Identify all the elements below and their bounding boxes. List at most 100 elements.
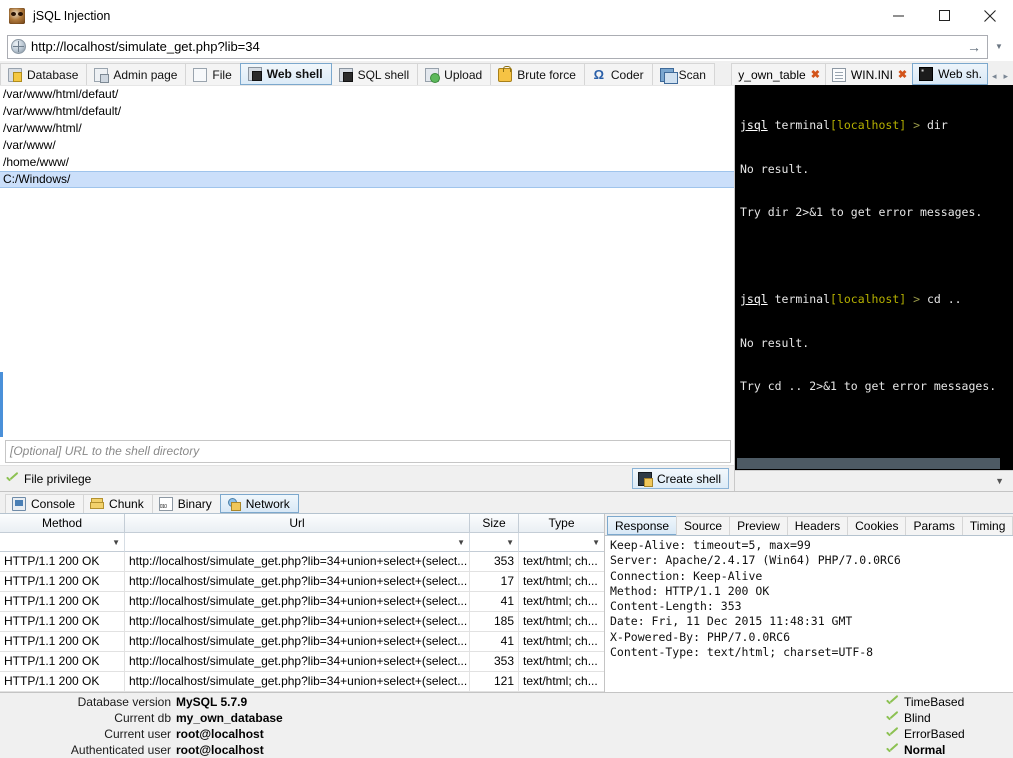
tab-web-shell[interactable]: Web shell [240,63,332,85]
terminal-horizontal-scrollbar[interactable] [735,458,1013,470]
tab-label: Admin page [113,68,177,82]
status-value: root@localhost [176,742,264,758]
status-row: Current db my_own_database [0,710,470,726]
status-label: Current db [0,710,176,726]
column-header-type[interactable]: Type [519,514,605,533]
tab-database[interactable]: Database [0,63,87,85]
tab-source[interactable]: Source [676,516,730,535]
tab-admin-page[interactable]: Admin page [86,63,186,85]
tab-preview[interactable]: Preview [729,516,788,535]
terminal-line: Try dir 2>&1 to get error messages. [740,205,1013,220]
editor-tab-web-shell[interactable]: Web sh. [912,63,988,85]
cell-method: HTTP/1.1 200 OK [0,632,125,652]
admin-page-icon [94,68,108,82]
table-row[interactable]: HTTP/1.1 200 OK http://localhost/simulat… [0,552,604,572]
main-tab-strip: Database Admin page File Web shell SQL s… [0,61,1013,85]
shell-url-input[interactable]: [Optional] URL to the shell directory [5,440,731,463]
editor-tab-label: Web sh. [938,67,982,81]
maximize-button[interactable] [921,0,967,32]
cell-type: text/html; ch... [519,652,604,672]
editor-tab-label: WIN.INI [851,68,893,82]
close-icon[interactable]: ✖ [898,68,907,81]
tab-chunk[interactable]: Chunk [83,494,153,513]
table-row[interactable]: HTTP/1.1 200 OK http://localhost/simulat… [0,592,604,612]
editor-tab-nav: ◂ ▸ [987,71,1013,85]
cell-size: 41 [470,592,519,612]
go-arrow-icon[interactable]: → [963,37,985,57]
tab-response[interactable]: Response [607,516,677,535]
editor-tab-table[interactable]: y_own_table ✖ [731,63,826,85]
tab-headers[interactable]: Headers [787,516,848,535]
list-item[interactable]: /var/www/html/ [0,120,734,137]
database-icon [8,68,22,82]
shell-action-bar: File privilege Create shell [0,465,734,491]
tab-coder[interactable]: Ω Coder [584,63,653,85]
tab-console[interactable]: Console [5,494,84,513]
cell-url: http://localhost/simulate_get.php?lib=34… [125,552,470,572]
filter-method[interactable]: ▼ [0,533,125,552]
tab-brute-force[interactable]: Brute force [490,63,585,85]
url-input[interactable]: http://localhost/simulate_get.php?lib=34… [7,35,988,59]
tab-upload[interactable]: Upload [417,63,491,85]
strategy-label: ErrorBased [904,726,965,742]
scan-icon [660,68,674,82]
status-row: Database version MySQL 5.7.9 [0,694,470,710]
tab-scan[interactable]: Scan [652,63,715,85]
terminal-footer: ▼ [735,470,1013,491]
dock-content: Method Url Size Type ▼ ▼ ▼ ▼ HTTP/1.1 20… [0,513,1013,692]
tab-label: SQL shell [358,68,410,82]
cell-size: 353 [470,652,519,672]
upload-icon [425,68,439,82]
chevron-right-icon[interactable]: ▸ [1003,71,1008,82]
editor-tab-winini[interactable]: WIN.INI ✖ [825,63,913,85]
table-row[interactable]: HTTP/1.1 200 OK http://localhost/simulat… [0,632,604,652]
tab-cookies[interactable]: Cookies [847,516,906,535]
scrollbar-thumb[interactable] [737,458,1000,469]
create-shell-button[interactable]: Create shell [632,468,729,489]
close-button[interactable] [967,0,1013,32]
shell-path-list[interactable]: /var/www/html/defaut/ /var/www/html/defa… [0,85,734,437]
filter-size[interactable]: ▼ [470,533,519,552]
url-text: http://localhost/simulate_get.php?lib=34 [31,39,963,54]
list-item[interactable]: /var/www/ [0,137,734,154]
title-bar: jSQL Injection [0,0,1013,32]
table-row[interactable]: HTTP/1.1 200 OK http://localhost/simulat… [0,572,604,592]
table-row[interactable]: HTTP/1.1 200 OK http://localhost/simulat… [0,672,604,692]
chunk-icon [90,497,104,511]
column-header-url[interactable]: Url [125,514,470,533]
list-item[interactable]: /var/www/html/defaut/ [0,86,734,103]
tab-sql-shell[interactable]: SQL shell [331,63,419,85]
chevron-down-icon[interactable]: ▼ [995,476,1004,486]
status-bar: Database version MySQL 5.7.9 Current db … [0,692,1013,758]
column-header-method[interactable]: Method [0,514,125,533]
chevron-left-icon[interactable]: ◂ [992,71,997,82]
create-shell-label: Create shell [657,472,721,486]
status-row: Authenticated user root@localhost [0,742,470,758]
list-item[interactable]: /var/www/html/default/ [0,103,734,120]
terminal-output[interactable]: jsql terminal[localhost] > dir No result… [735,85,1013,458]
column-header-size[interactable]: Size [470,514,519,533]
filter-url[interactable]: ▼ [125,533,470,552]
table-row[interactable]: HTTP/1.1 200 OK http://localhost/simulat… [0,652,604,672]
vertical-scrollbar[interactable] [0,372,3,437]
cell-url: http://localhost/simulate_get.php?lib=34… [125,672,470,692]
table-row[interactable]: HTTP/1.1 200 OK http://localhost/simulat… [0,612,604,632]
minimize-button[interactable] [875,0,921,32]
tab-label: File [212,68,231,82]
terminal-line: No result. [740,336,1013,351]
list-item[interactable]: /home/www/ [0,154,734,171]
tab-params[interactable]: Params [905,516,962,535]
tab-binary[interactable]: Binary [152,494,221,513]
tab-timing[interactable]: Timing [962,516,1013,535]
chevron-down-icon[interactable]: ▼ [991,35,1007,59]
cell-url: http://localhost/simulate_get.php?lib=34… [125,612,470,632]
filter-type[interactable]: ▼ [519,533,605,552]
close-icon[interactable]: ✖ [811,68,820,81]
table-header-row: Method Url Size Type [0,514,604,533]
list-item-selected[interactable]: C:/Windows/ [0,171,734,188]
editor-tab-label: y_own_table [738,68,805,82]
tab-network[interactable]: Network [220,494,299,513]
tab-label: Web shell [267,67,323,81]
tab-file[interactable]: File [185,63,240,85]
cell-method: HTTP/1.1 200 OK [0,612,125,632]
